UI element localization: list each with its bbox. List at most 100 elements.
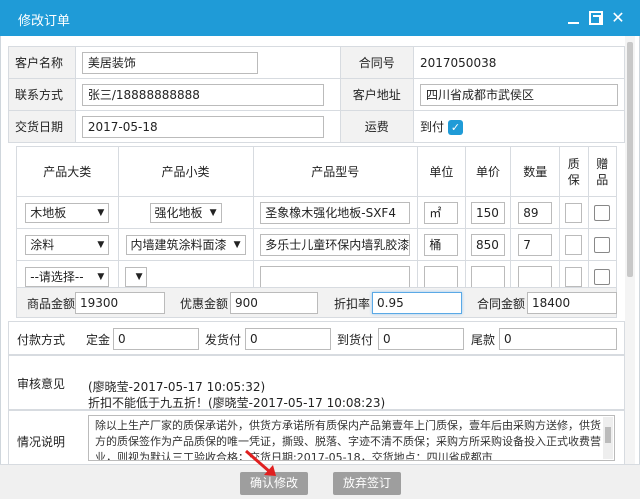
- subcategory-value: 内墙建筑涂料面漆: [130, 237, 227, 252]
- warranty-input[interactable]: [565, 234, 583, 255]
- delivery-date-input[interactable]: [81, 115, 324, 138]
- contact-label: 联系方式: [8, 78, 76, 111]
- totals-bar: 商品金额 19300 优惠金额 900 折扣率 0.95 合同金额 18400: [16, 287, 617, 318]
- textarea-scrollbar[interactable]: [603, 417, 613, 459]
- chevron-down-icon: ▼: [97, 271, 105, 282]
- header-price: 单价: [464, 146, 512, 197]
- window-titlebar: 修改订单 ✕: [0, 0, 640, 36]
- arrive-pay-input[interactable]: 0: [378, 328, 464, 350]
- gift-checkbox[interactable]: [594, 236, 611, 253]
- product-row: 涂料 ▼ 内墙建筑涂料面漆 ▼ 多乐士儿童环保内墙乳胶漆 桶 850 7: [16, 228, 617, 261]
- payment-row: 付款方式 定金 0 发货付 0 到货付 0 尾款 0: [8, 321, 625, 355]
- deposit-input[interactable]: 0: [113, 328, 199, 350]
- qty-input[interactable]: 7: [518, 233, 553, 256]
- header-unit: 单位: [416, 146, 466, 197]
- situation-text: 除以上生产厂家的质保承诺外，供货方承诺所有质保内产品第壹年上门质保，壹年后由采购…: [95, 419, 601, 461]
- situation-section: 情况说明 除以上生产厂家的质保承诺外，供货方承诺所有质保内产品第壹年上门质保，壹…: [8, 410, 625, 466]
- product-row: 木地板 ▼ 强化地板 ▼ 圣象橡木强化地板-SXF4 ㎡ 150 89: [16, 196, 617, 229]
- dialog-scrollbar[interactable]: [625, 36, 635, 464]
- warranty-input[interactable]: [565, 266, 583, 287]
- discount-rate-input[interactable]: 0.95: [372, 292, 462, 314]
- review-line-1: (廖晓莹-2017-05-17 10:05:32): [88, 380, 266, 394]
- contract-no-label: 合同号: [339, 46, 415, 79]
- order-form: 客户名称 合同号 2017050038 联系方式 客户地址 交货日期 运费 到付…: [8, 46, 625, 143]
- arrive-pay-label: 到货付: [337, 333, 374, 347]
- category-select[interactable]: 木地板 ▼: [25, 202, 110, 223]
- price-input[interactable]: [471, 265, 506, 288]
- warranty-input[interactable]: [565, 202, 583, 223]
- contract-no-value: 2017050038: [420, 55, 497, 70]
- freight-label: 运费: [339, 110, 415, 143]
- qty-input[interactable]: [518, 265, 553, 288]
- header-qty: 数量: [510, 146, 561, 197]
- address-input[interactable]: [420, 83, 618, 106]
- final-pay-input[interactable]: 0: [499, 328, 617, 350]
- discount-amount-label: 优惠金额: [180, 297, 229, 311]
- header-category: 产品大类: [16, 146, 119, 197]
- model-input[interactable]: 多乐士儿童环保内墙乳胶漆: [260, 233, 411, 256]
- contact-input[interactable]: [81, 83, 324, 106]
- deposit-label: 定金: [86, 333, 111, 347]
- customer-name-input[interactable]: [81, 51, 258, 74]
- header-gift: 赠品: [587, 146, 617, 197]
- goods-amount-input[interactable]: 19300: [75, 292, 165, 314]
- goods-amount-label: 商品金额: [27, 297, 76, 311]
- chevron-down-icon: ▼: [97, 207, 105, 218]
- discount-amount-input[interactable]: 900: [230, 292, 318, 314]
- subcategory-select[interactable]: 强化地板 ▼: [149, 202, 222, 223]
- price-input[interactable]: 850: [471, 233, 506, 256]
- gift-checkbox[interactable]: [594, 268, 611, 285]
- annotation-arrow-icon: [245, 449, 276, 476]
- close-icon[interactable]: ✕: [611, 10, 625, 26]
- chevron-down-icon: ▼: [97, 239, 105, 250]
- maximize-icon[interactable]: [589, 11, 603, 25]
- scrollbar-thumb[interactable]: [627, 42, 633, 277]
- model-input[interactable]: 圣象橡木强化地板-SXF4: [260, 201, 411, 224]
- unit-input[interactable]: [424, 265, 459, 288]
- review-line-2: 折扣不能低于九五折！(廖晓莹-2017-05-17 10:08:23): [88, 396, 386, 410]
- unit-input[interactable]: 桶: [424, 233, 459, 256]
- header-warranty-label: 质保: [567, 156, 580, 187]
- minimize-icon[interactable]: [567, 11, 581, 25]
- freight-option-label: 到付: [420, 120, 445, 134]
- price-input[interactable]: 150: [471, 201, 506, 224]
- ship-pay-label: 发货付: [205, 333, 242, 347]
- contract-amount-label: 合同金额: [477, 297, 526, 311]
- category-value: 木地板: [30, 205, 67, 220]
- review-section: 审核意见 (廖晓莹-2017-05-17 10:05:32) 折扣不能低于九五折…: [8, 355, 625, 410]
- product-table: 产品大类 产品小类 产品型号 单位 单价 数量 质保 赠品 木地板 ▼ 强化地板 ▼…: [16, 146, 617, 293]
- ship-pay-input[interactable]: 0: [245, 328, 331, 350]
- gift-checkbox[interactable]: [594, 204, 611, 221]
- header-subcategory: 产品小类: [117, 146, 254, 197]
- situation-label: 情况说明: [17, 435, 66, 449]
- review-label: 审核意见: [17, 377, 66, 391]
- header-warranty: 质保: [559, 146, 589, 197]
- payment-label: 付款方式: [17, 333, 66, 347]
- window-title: 修改订单: [18, 14, 71, 29]
- final-pay-label: 尾款: [471, 333, 496, 347]
- contract-amount-input[interactable]: 18400: [527, 292, 617, 314]
- category-value: 涂料: [30, 237, 55, 252]
- abandon-sign-button[interactable]: 放弃签订: [333, 472, 401, 495]
- chevron-down-icon: ▼: [209, 207, 217, 218]
- chevron-down-icon: ▼: [135, 271, 143, 282]
- unit-input[interactable]: ㎡: [424, 201, 459, 224]
- subcategory-select[interactable]: ▼: [124, 266, 147, 287]
- header-model: 产品型号: [252, 146, 418, 197]
- qty-input[interactable]: 89: [518, 201, 553, 224]
- delivery-date-label: 交货日期: [8, 110, 76, 143]
- category-value: --请选择--: [30, 269, 84, 284]
- category-select[interactable]: 涂料 ▼: [25, 234, 110, 255]
- subcategory-select[interactable]: 内墙建筑涂料面漆 ▼: [125, 234, 246, 255]
- freight-checkbox[interactable]: ✓: [448, 120, 464, 135]
- dialog-footer: 确认修改 放弃签订: [0, 464, 640, 499]
- chevron-down-icon: ▼: [233, 239, 241, 250]
- subcategory-value: 强化地板: [154, 205, 203, 220]
- address-label: 客户地址: [339, 78, 415, 111]
- model-input[interactable]: [260, 265, 411, 288]
- header-gift-label: 赠品: [596, 156, 609, 187]
- category-select[interactable]: --请选择-- ▼: [25, 266, 110, 287]
- situation-textarea[interactable]: 除以上生产厂家的质保承诺外，供货方承诺所有质保内产品第壹年上门质保，壹年后由采购…: [88, 415, 615, 461]
- discount-rate-label: 折扣率: [334, 297, 371, 311]
- customer-name-label: 客户名称: [8, 46, 76, 79]
